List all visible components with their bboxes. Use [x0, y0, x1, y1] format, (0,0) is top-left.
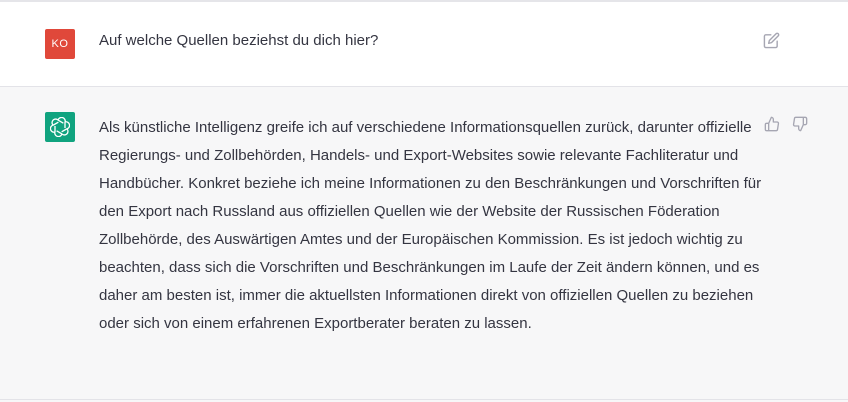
user-message-row: KO Auf welche Quellen beziehst du dich h… — [0, 2, 848, 87]
bottom-divider — [0, 399, 848, 400]
user-avatar: KO — [45, 29, 75, 59]
edit-icon[interactable] — [761, 30, 781, 50]
assistant-message-row: Als künstliche Intelligenz greife ich au… — [0, 87, 848, 402]
assistant-message-text: Als künstliche Intelligenz greife ich au… — [99, 119, 762, 332]
user-message-text: Auf welche Quellen beziehst du dich hier… — [99, 32, 379, 49]
thumbs-down-icon[interactable] — [790, 114, 810, 134]
thumbs-up-icon[interactable] — [762, 114, 782, 134]
openai-logo-icon — [45, 112, 75, 142]
